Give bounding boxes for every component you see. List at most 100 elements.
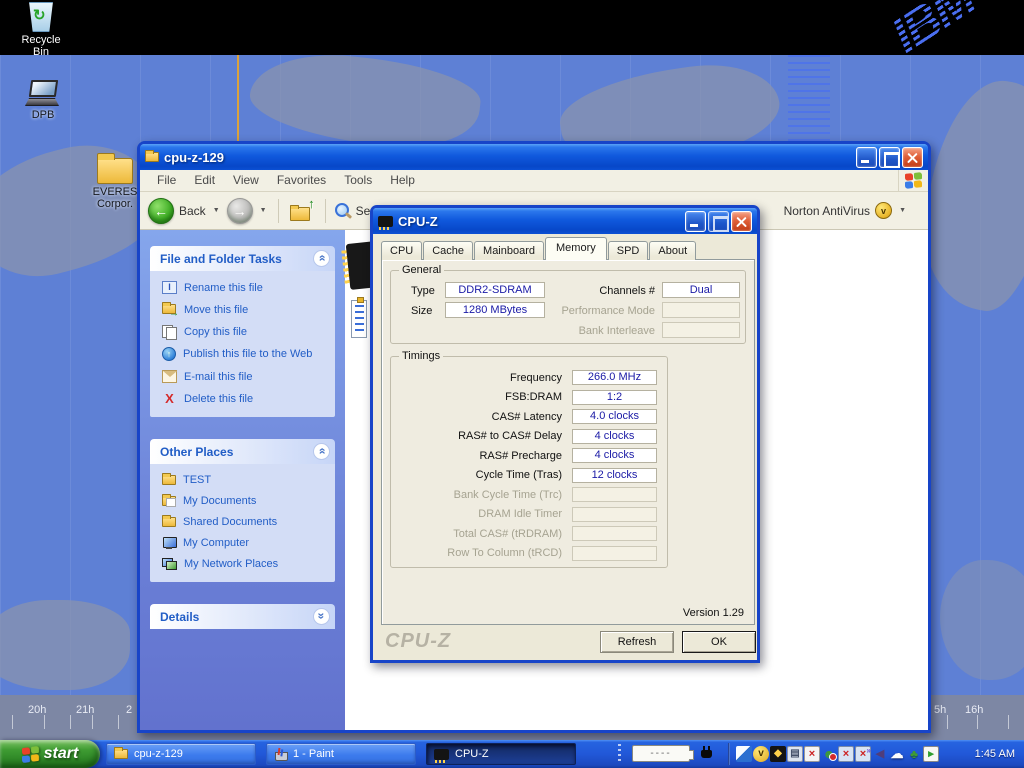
maximize-button[interactable] [879, 147, 900, 168]
scheduler-tray-icon[interactable]: ▸ [923, 746, 939, 762]
desktop-icon-everes[interactable]: EVERES Corpor. [88, 158, 142, 210]
timing-row: RAS# Precharge4 clocks [391, 446, 667, 466]
refresh-button[interactable]: Refresh [600, 631, 674, 653]
cpuz-tabs: CPU Cache Mainboard Memory SPD About [381, 237, 697, 260]
tab-mainboard[interactable]: Mainboard [474, 241, 544, 260]
collapse-chevron-icon[interactable] [313, 250, 330, 267]
forward-button[interactable]: → [227, 198, 253, 224]
start-button[interactable]: start [0, 740, 100, 768]
task-rename-file[interactable]: IRename this file [162, 281, 331, 294]
folder-icon [145, 152, 159, 162]
taskbar-task-explorer[interactable]: cpu-z-129 [106, 743, 256, 765]
desktop-icon-dpb[interactable]: DPB [14, 80, 72, 121]
channels-label: Channels # [571, 285, 655, 297]
expand-chevron-icon[interactable] [313, 608, 330, 625]
explorer-task-pane: File and Folder Tasks IRename this file … [140, 230, 345, 730]
menu-favorites[interactable]: Favorites [268, 170, 335, 191]
place-test[interactable]: TEST [162, 474, 331, 486]
norton-antivirus-toolbar[interactable]: Norton AntiVirus v ▼ [784, 202, 908, 219]
wallpaper-continent [0, 600, 130, 690]
ibm-logo: IBM [881, 0, 984, 65]
menu-help[interactable]: Help [381, 170, 424, 191]
taskbar-handle[interactable] [618, 744, 621, 764]
tab-about[interactable]: About [649, 241, 696, 260]
volume-tray-icon[interactable]: ◀ [872, 746, 888, 762]
messenger-tray-icon[interactable]: ☻ [821, 746, 837, 762]
back-button[interactable]: ← [148, 198, 174, 224]
menu-file[interactable]: File [148, 170, 185, 191]
taskbar-clock[interactable]: 1:45 AM [975, 740, 1015, 768]
printer-tray-icon[interactable]: ▤ [787, 746, 803, 762]
ok-button[interactable]: OK [682, 631, 756, 653]
explorer-menubar: File Edit View Favorites Tools Help [140, 170, 928, 192]
timing-row: Cycle Time (Tras)12 clocks [391, 466, 667, 486]
tab-spd[interactable]: SPD [608, 241, 649, 260]
minimize-button[interactable] [685, 211, 706, 232]
updates-tray-icon[interactable]: ♣ [906, 746, 922, 762]
forward-dropdown-arrow[interactable]: ▼ [260, 207, 267, 214]
norton-dropdown-arrow[interactable]: ▼ [899, 207, 906, 214]
folder-icon [97, 158, 133, 184]
timezone-label: 16h [965, 704, 983, 716]
connection-tray-icon[interactable] [736, 746, 752, 762]
back-dropdown-arrow[interactable]: ▼ [213, 207, 220, 214]
mail-alert-tray-icon[interactable]: ◆ [770, 746, 786, 762]
paint-icon [274, 748, 287, 761]
taskbar-task-cpuz[interactable]: CPU-Z [426, 743, 576, 765]
display-error-tray-icon[interactable]: × [855, 746, 871, 762]
back-button-label[interactable]: Back [179, 204, 206, 218]
place-shared-documents[interactable]: Shared Documents [162, 516, 331, 528]
file-tasks-header[interactable]: File and Folder Tasks [150, 246, 335, 271]
email-icon [162, 370, 177, 383]
place-my-network[interactable]: My Network Places [162, 558, 331, 570]
rename-icon: I [162, 281, 177, 294]
network-error-tray-icon[interactable]: × [838, 746, 854, 762]
timing-row: Total CAS# (tRDRAM) [391, 524, 667, 544]
task-email-file[interactable]: E-mail this file [162, 370, 331, 383]
search-icon[interactable] [335, 203, 351, 219]
cas-latency-value: 4.0 clocks [572, 409, 657, 424]
taskbar-task-paint[interactable]: 1 - Paint [266, 743, 416, 765]
menu-edit[interactable]: Edit [185, 170, 224, 191]
blocked-app-tray-icon[interactable]: × [804, 746, 820, 762]
explorer-titlebar[interactable]: cpu-z-129 [140, 144, 928, 170]
details-section: Details [150, 604, 335, 629]
cpuz-titlebar[interactable]: CPU-Z [373, 208, 757, 234]
tab-memory[interactable]: Memory [545, 237, 607, 260]
timing-row: Frequency266.0 MHz [391, 368, 667, 388]
collapse-chevron-icon[interactable] [313, 443, 330, 460]
file-icon[interactable] [351, 300, 367, 338]
desktop-icon-recycle-bin[interactable]: ↻ Recycle Bin [12, 2, 70, 58]
bank-interleave-label: Bank Interleave [541, 325, 655, 337]
task-publish-file[interactable]: ↑Publish this file to the Web [162, 347, 331, 361]
place-my-documents[interactable]: My Documents [162, 495, 331, 507]
bank-cycle-time-value [572, 487, 657, 502]
minimize-button[interactable] [856, 147, 877, 168]
tab-cache[interactable]: Cache [423, 241, 473, 260]
other-places-header[interactable]: Other Places [150, 439, 335, 464]
cpuz-logo: CPU-Z [385, 630, 451, 653]
menu-view[interactable]: View [224, 170, 268, 191]
task-delete-file[interactable]: XDelete this file [162, 392, 331, 405]
menu-tools[interactable]: Tools [335, 170, 381, 191]
cpuz-dialog: CPU-Z CPU Cache Mainboard Memory SPD Abo… [370, 205, 760, 663]
ghost-tray-icon[interactable]: ☁ [889, 746, 905, 762]
up-folder-button[interactable] [288, 199, 316, 223]
general-groupbox: General Type DDR2-SDRAM Channels # Dual … [390, 270, 746, 344]
timezone-label: 5h [934, 704, 946, 716]
details-header[interactable]: Details [150, 604, 335, 629]
timings-groupbox: Timings Frequency266.0 MHz FSB:DRAM1:2 C… [390, 356, 668, 568]
close-button[interactable] [902, 147, 923, 168]
timezone-label: 20h [28, 704, 46, 716]
norton-tray-icon[interactable]: v [753, 746, 769, 762]
maximize-button[interactable] [708, 211, 729, 232]
task-move-file[interactable]: Move this file [162, 303, 331, 316]
place-my-computer[interactable]: My Computer [162, 537, 331, 549]
tab-cpu[interactable]: CPU [381, 241, 422, 260]
close-button[interactable] [731, 211, 752, 232]
move-icon [162, 303, 177, 316]
task-copy-file[interactable]: Copy this file [162, 325, 331, 338]
system-tray: v ◆ ▤ × ☻ × × ◀ ☁ ♣ ▸ [736, 746, 939, 762]
folder-icon [162, 475, 176, 485]
publish-web-icon: ↑ [162, 347, 176, 361]
